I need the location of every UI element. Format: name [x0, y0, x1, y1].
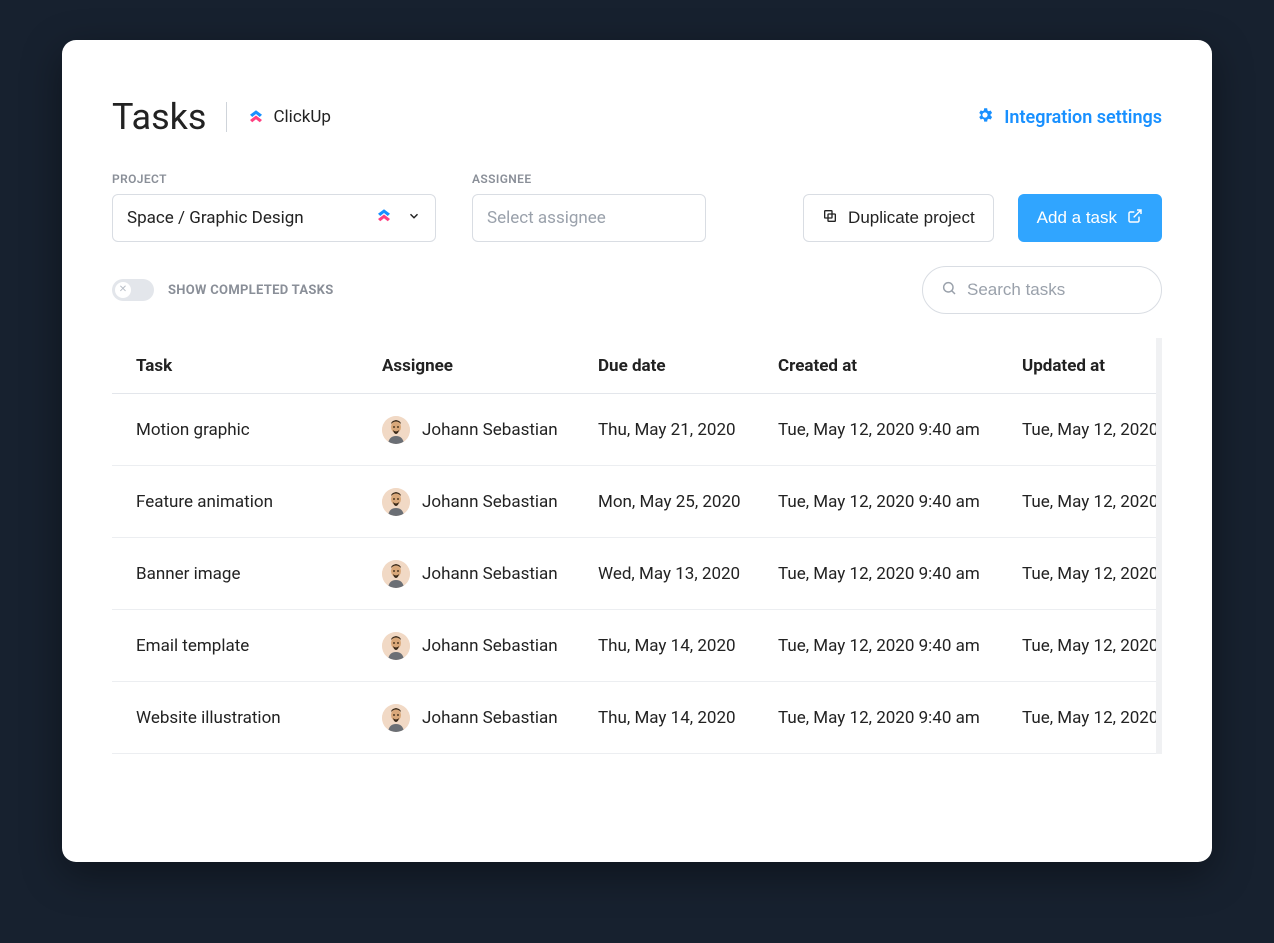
integration-brand: ClickUp: [247, 107, 330, 127]
show-completed-toggle-wrap: ✕ SHOW COMPLETED TASKS: [112, 279, 334, 301]
external-link-icon: [1127, 208, 1143, 229]
col-assignee: Assignee: [372, 356, 588, 376]
cell-created: Tue, May 12, 2020 9:40 am: [768, 564, 1012, 584]
cell-assignee: Johann Sebastian: [372, 416, 588, 444]
clickup-icon: [247, 108, 265, 126]
col-updated: Updated at: [1012, 356, 1162, 376]
cell-assignee: Johann Sebastian: [372, 632, 588, 660]
assignee-placeholder: Select assignee: [487, 208, 606, 228]
scrollbar[interactable]: [1156, 338, 1162, 754]
col-created: Created at: [768, 356, 1012, 376]
cell-created: Tue, May 12, 2020 9:40 am: [768, 492, 1012, 512]
cell-due: Thu, May 21, 2020: [588, 420, 768, 440]
cell-task: Banner image: [112, 564, 372, 584]
divider: [226, 102, 227, 132]
project-field: PROJECT Space / Graphic Design: [112, 172, 436, 242]
tasks-panel: Tasks ClickUp Integration settings: [62, 40, 1212, 862]
header-left: Tasks ClickUp: [112, 96, 331, 138]
add-task-button[interactable]: Add a task: [1018, 194, 1162, 242]
add-task-label: Add a task: [1037, 208, 1117, 228]
assignee-label: ASSIGNEE: [472, 172, 706, 186]
tasks-table: Task Assignee Due date Created at Update…: [112, 338, 1162, 754]
cell-due: Thu, May 14, 2020: [588, 708, 768, 728]
clickup-icon: [375, 207, 393, 230]
panel-header: Tasks ClickUp Integration settings: [112, 96, 1162, 138]
col-task: Task: [112, 356, 372, 376]
close-icon: ✕: [119, 285, 127, 295]
assignee-field: ASSIGNEE Select assignee: [472, 172, 706, 242]
gear-icon: [976, 106, 994, 129]
cell-due: Thu, May 14, 2020: [588, 636, 768, 656]
cell-assignee: Johann Sebastian: [372, 560, 588, 588]
cell-task: Feature animation: [112, 492, 372, 512]
filters-row: PROJECT Space / Graphic Design ASSIGNEE …: [112, 172, 1162, 242]
avatar: [382, 416, 410, 444]
cell-created: Tue, May 12, 2020 9:40 am: [768, 708, 1012, 728]
show-completed-toggle[interactable]: ✕: [112, 279, 154, 301]
avatar: [382, 704, 410, 732]
toggle-knob: ✕: [115, 282, 131, 298]
avatar: [382, 488, 410, 516]
duplicate-project-button[interactable]: Duplicate project: [803, 194, 994, 242]
cell-created: Tue, May 12, 2020 9:40 am: [768, 420, 1012, 440]
settings-link-label: Integration settings: [1004, 107, 1162, 128]
cell-updated: Tue, May 12, 2020 9:40 am: [1012, 708, 1162, 728]
project-label: PROJECT: [112, 172, 436, 186]
assignee-name: Johann Sebastian: [422, 492, 558, 512]
cell-created: Tue, May 12, 2020 9:40 am: [768, 636, 1012, 656]
cell-assignee: Johann Sebastian: [372, 488, 588, 516]
table-row[interactable]: Website illustration Johann Sebastian Thu,…: [112, 682, 1162, 754]
cell-task: Website illustration: [112, 708, 372, 728]
table-row[interactable]: Banner image Johann Sebastian Wed, May 13,…: [112, 538, 1162, 610]
project-select[interactable]: Space / Graphic Design: [112, 194, 436, 242]
search-tasks[interactable]: [922, 266, 1162, 314]
secondary-row: ✕ SHOW COMPLETED TASKS: [112, 266, 1162, 314]
col-due: Due date: [588, 356, 768, 376]
cell-updated: Tue, May 12, 2020 9:40 am: [1012, 636, 1162, 656]
cell-due: Mon, May 25, 2020: [588, 492, 768, 512]
cell-updated: Tue, May 12, 2020 9:40 am: [1012, 564, 1162, 584]
assignee-name: Johann Sebastian: [422, 564, 558, 584]
assignee-name: Johann Sebastian: [422, 708, 558, 728]
cell-updated: Tue, May 12, 2020 9:40 am: [1012, 492, 1162, 512]
cell-task: Email template: [112, 636, 372, 656]
cell-due: Wed, May 13, 2020: [588, 564, 768, 584]
cell-updated: Tue, May 12, 2020 9:40 am: [1012, 420, 1162, 440]
chevron-down-icon: [407, 208, 421, 228]
assignee-name: Johann Sebastian: [422, 636, 558, 656]
copy-icon: [822, 208, 838, 229]
cell-assignee: Johann Sebastian: [372, 704, 588, 732]
brand-name: ClickUp: [273, 107, 330, 127]
show-completed-label: SHOW COMPLETED TASKS: [168, 283, 334, 298]
page-title: Tasks: [112, 96, 206, 138]
cell-task: Motion graphic: [112, 420, 372, 440]
integration-settings-link[interactable]: Integration settings: [976, 106, 1162, 129]
project-value: Space / Graphic Design: [127, 208, 304, 228]
table-row[interactable]: Feature animation Johann Sebastian Mon, Ma…: [112, 466, 1162, 538]
table-row[interactable]: Motion graphic Johann Sebastian Thu, May 2…: [112, 394, 1162, 466]
search-input[interactable]: [967, 280, 1188, 300]
avatar: [382, 560, 410, 588]
avatar: [382, 632, 410, 660]
assignee-select[interactable]: Select assignee: [472, 194, 706, 242]
table-row[interactable]: Email template Johann Sebastian Thu, May 1…: [112, 610, 1162, 682]
assignee-name: Johann Sebastian: [422, 420, 558, 440]
table-header: Task Assignee Due date Created at Update…: [112, 338, 1162, 394]
duplicate-label: Duplicate project: [848, 208, 975, 228]
filters-actions: Duplicate project Add a task: [803, 194, 1162, 242]
search-icon: [941, 280, 957, 301]
